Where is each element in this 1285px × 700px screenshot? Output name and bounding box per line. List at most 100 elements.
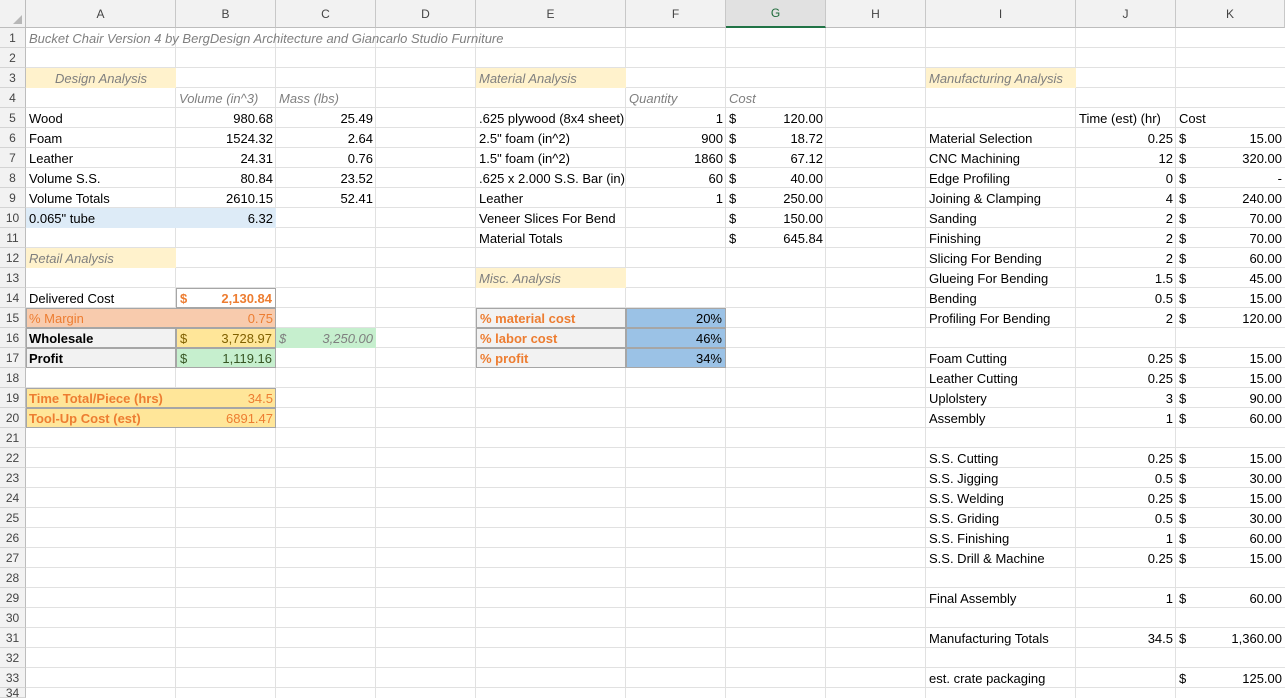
- material-row-label[interactable]: .625 x 2.000 S.S. Bar (in): [476, 168, 626, 188]
- misc-row-label[interactable]: % material cost: [476, 308, 626, 328]
- manufacturing-row-label[interactable]: S.S. Jigging: [926, 468, 1076, 488]
- manufacturing-row-cost[interactable]: $ -: [1176, 168, 1285, 188]
- manufacturing-row-label[interactable]: Foam Cutting: [926, 348, 1076, 368]
- manufacturing-row-cost[interactable]: $70.00: [1176, 228, 1285, 248]
- row-header-16[interactable]: 16: [0, 328, 26, 348]
- column-header-b[interactable]: B: [176, 0, 276, 28]
- row-header-18[interactable]: 18: [0, 368, 26, 388]
- row-header-10[interactable]: 10: [0, 208, 26, 228]
- design-row-volume[interactable]: 80.84: [176, 168, 276, 188]
- design-row-mass[interactable]: 23.52: [276, 168, 376, 188]
- manufacturing-row-cost[interactable]: $70.00: [1176, 208, 1285, 228]
- row-header-17[interactable]: 17: [0, 348, 26, 368]
- column-header-h[interactable]: H: [826, 0, 926, 28]
- material-row-label[interactable]: .625 plywood (8x4 sheet): [476, 108, 626, 128]
- manufacturing-row-label[interactable]: est. crate packaging: [926, 668, 1076, 688]
- manufacturing-row-label[interactable]: CNC Machining: [926, 148, 1076, 168]
- manufacturing-row-cost[interactable]: $60.00: [1176, 588, 1285, 608]
- manufacturing-row-time[interactable]: 0.5: [1076, 468, 1176, 488]
- manufacturing-row-time[interactable]: 0.25: [1076, 348, 1176, 368]
- row-header-13[interactable]: 13: [0, 268, 26, 288]
- manufacturing-row-label[interactable]: Final Assembly: [926, 588, 1076, 608]
- manufacturing-row-time[interactable]: 3: [1076, 388, 1176, 408]
- row-header-31[interactable]: 31: [0, 628, 26, 648]
- manufacturing-row-cost[interactable]: $60.00: [1176, 248, 1285, 268]
- design-row-mass[interactable]: 0.76: [276, 148, 376, 168]
- wholesale-label[interactable]: Wholesale: [26, 328, 176, 348]
- manufacturing-row-label[interactable]: S.S. Cutting: [926, 448, 1076, 468]
- manufacturing-row-cost[interactable]: $15.00: [1176, 488, 1285, 508]
- misc-row-value[interactable]: 46%: [626, 328, 726, 348]
- material-row-cost[interactable]: $150.00: [726, 208, 826, 228]
- misc-row-value[interactable]: 20%: [626, 308, 726, 328]
- column-header-f[interactable]: F: [626, 0, 726, 28]
- column-header-k[interactable]: K: [1176, 0, 1285, 28]
- row-header-7[interactable]: 7: [0, 148, 26, 168]
- toolup-label[interactable]: Tool-Up Cost (est): [26, 408, 176, 428]
- manufacturing-row-time[interactable]: 0.25: [1076, 368, 1176, 388]
- row-header-19[interactable]: 19: [0, 388, 26, 408]
- time-total-label[interactable]: Time Total/Piece (hrs): [26, 388, 176, 408]
- material-totals-value[interactable]: $645.84: [726, 228, 826, 248]
- manufacturing-row-cost[interactable]: $30.00: [1176, 468, 1285, 488]
- row-header-28[interactable]: 28: [0, 568, 26, 588]
- manufacturing-row-cost[interactable]: $15.00: [1176, 288, 1285, 308]
- row-header-32[interactable]: 32: [0, 648, 26, 668]
- margin-label[interactable]: % Margin: [26, 308, 176, 328]
- row-header-25[interactable]: 25: [0, 508, 26, 528]
- manufacturing-row-label[interactable]: S.S. Welding: [926, 488, 1076, 508]
- row-header-12[interactable]: 12: [0, 248, 26, 268]
- row-header-9[interactable]: 9: [0, 188, 26, 208]
- row-header-27[interactable]: 27: [0, 548, 26, 568]
- manufacturing-row-time[interactable]: 2: [1076, 228, 1176, 248]
- row-header-30[interactable]: 30: [0, 608, 26, 628]
- select-all-corner[interactable]: [0, 0, 26, 28]
- manufacturing-row-label[interactable]: Joining & Clamping: [926, 188, 1076, 208]
- design-row-label[interactable]: Leather: [26, 148, 176, 168]
- row-header-21[interactable]: 21: [0, 428, 26, 448]
- design-row-mass[interactable]: 52.41: [276, 188, 376, 208]
- column-header-e[interactable]: E: [476, 0, 626, 28]
- material-row-cost[interactable]: $18.72: [726, 128, 826, 148]
- material-row-qty[interactable]: [626, 208, 726, 228]
- design-row-mass[interactable]: 2.64: [276, 128, 376, 148]
- material-row-label[interactable]: Leather: [476, 188, 626, 208]
- design-volume-header[interactable]: Volume (in^3): [176, 88, 276, 108]
- material-row-qty[interactable]: 1: [626, 108, 726, 128]
- material-row-label[interactable]: 1.5" foam (in^2): [476, 148, 626, 168]
- toolup-value[interactable]: 6891.47: [176, 408, 276, 428]
- manufacturing-row-cost[interactable]: $30.00: [1176, 508, 1285, 528]
- manufacturing-row-cost[interactable]: $60.00: [1176, 528, 1285, 548]
- misc-row-label[interactable]: % profit: [476, 348, 626, 368]
- profit-label[interactable]: Profit: [26, 348, 176, 368]
- delivered-cost-label[interactable]: Delivered Cost: [26, 288, 176, 308]
- material-row-qty[interactable]: 60: [626, 168, 726, 188]
- manufacturing-row-label[interactable]: Finishing: [926, 228, 1076, 248]
- manufacturing-row-cost[interactable]: $15.00: [1176, 128, 1285, 148]
- manufacturing-row-label[interactable]: Manufacturing Totals: [926, 628, 1076, 648]
- manufacturing-row-time[interactable]: 2: [1076, 208, 1176, 228]
- row-header-5[interactable]: 5: [0, 108, 26, 128]
- design-row-label[interactable]: Volume Totals: [26, 188, 176, 208]
- manufacturing-row-time[interactable]: 1: [1076, 408, 1176, 428]
- column-header-a[interactable]: A: [26, 0, 176, 28]
- design-row-label[interactable]: Volume S.S.: [26, 168, 176, 188]
- tube-label[interactable]: 0.065" tube: [26, 208, 176, 228]
- profit-value[interactable]: $1,119.16: [176, 348, 276, 368]
- manufacturing-row-label[interactable]: S.S. Drill & Machine: [926, 548, 1076, 568]
- manufacturing-row-time[interactable]: 1.5: [1076, 268, 1176, 288]
- material-row-qty[interactable]: 1: [626, 188, 726, 208]
- material-row-label[interactable]: Veneer Slices For Bend: [476, 208, 626, 228]
- design-row-label[interactable]: Wood: [26, 108, 176, 128]
- retail-analysis-header[interactable]: Retail Analysis: [26, 248, 176, 268]
- sheet-title[interactable]: Bucket Chair Version 4 by BergDesign Arc…: [26, 28, 504, 48]
- design-row-mass[interactable]: 25.49: [276, 108, 376, 128]
- manufacturing-row-cost[interactable]: $15.00: [1176, 348, 1285, 368]
- row-header-23[interactable]: 23: [0, 468, 26, 488]
- column-header-i[interactable]: I: [926, 0, 1076, 28]
- column-header-g[interactable]: G: [726, 0, 826, 28]
- manufacturing-row-time[interactable]: 1: [1076, 588, 1176, 608]
- row-header-11[interactable]: 11: [0, 228, 26, 248]
- manufacturing-row-time[interactable]: 0.25: [1076, 488, 1176, 508]
- material-row-qty[interactable]: 1860: [626, 148, 726, 168]
